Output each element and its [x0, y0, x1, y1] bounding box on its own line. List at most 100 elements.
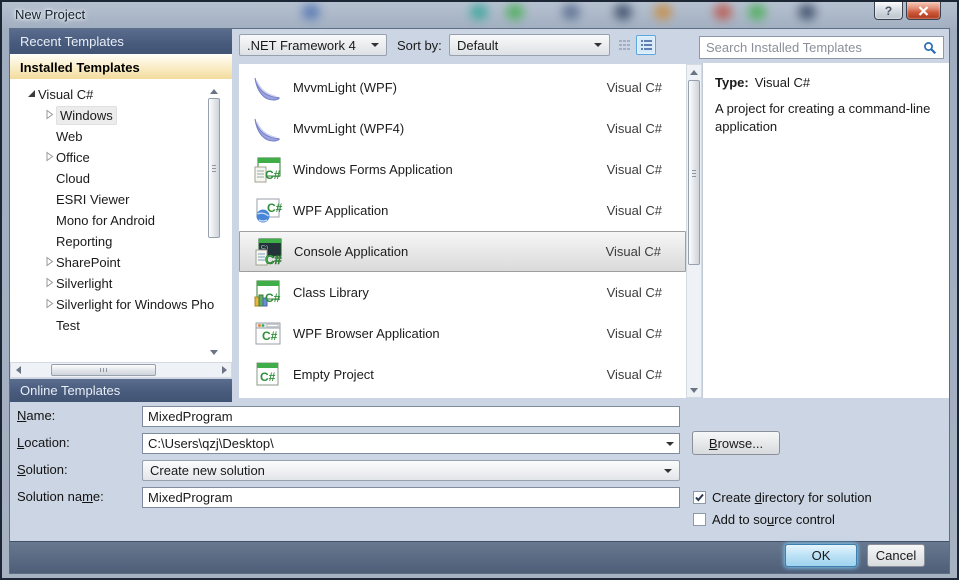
expanded-arrow-icon[interactable] — [24, 84, 38, 105]
tree-item-label: Windows — [56, 106, 117, 125]
online-templates-header[interactable]: Online Templates — [10, 379, 232, 402]
scroll-right-button[interactable] — [217, 363, 231, 377]
tree-item-mono-for-android[interactable]: Mono for Android — [10, 210, 232, 231]
close-button[interactable] — [906, 2, 941, 20]
small-icons-view-button[interactable] — [614, 35, 634, 55]
titlebar-glass-smudge — [506, 4, 524, 20]
search-box — [699, 36, 944, 59]
browse-button[interactable]: Browse... — [692, 431, 780, 455]
solution-dropdown[interactable]: Create new solution — [142, 460, 680, 481]
wpf-browser-app-icon: C# — [251, 318, 283, 350]
checkmark-icon — [695, 493, 704, 502]
scroll-up-button[interactable] — [687, 65, 701, 79]
collapsed-arrow-icon[interactable] — [42, 273, 56, 294]
ok-button[interactable]: OK — [785, 544, 857, 567]
template-category-tree: Visual C# Windows Web Office Cloud ESRI Viewe… — [10, 79, 232, 362]
list-vertical-scrollbar[interactable] — [686, 64, 702, 398]
create-directory-label: Create directory for solution — [712, 490, 872, 505]
template-row-class-library[interactable]: C# Class Library Visual C# — [239, 272, 686, 313]
tree-horizontal-scrollbar[interactable] — [10, 362, 232, 378]
list-view-icon — [640, 39, 652, 50]
template-description: A project for creating a command-line ap… — [715, 101, 931, 134]
template-name: WPF Browser Application — [293, 326, 440, 341]
sortby-value: Default — [457, 37, 499, 53]
template-row-mvvmlight-wpf4[interactable]: MvvmLight (WPF4) Visual C# — [239, 108, 686, 149]
installed-templates-header[interactable]: Installed Templates — [10, 54, 232, 79]
template-name: MvvmLight (WPF4) — [293, 121, 405, 136]
template-row-console-application[interactable]: C:\ C# Console Application Visual C# — [239, 231, 686, 272]
scroll-down-button[interactable] — [687, 383, 701, 397]
solution-name-label: Solution name: — [17, 489, 104, 504]
sortby-label: Sort by: — [397, 38, 442, 53]
tree-item-silverlight-for-windows-pho[interactable]: Silverlight for Windows Pho — [10, 294, 232, 315]
location-label: Location: — [17, 435, 70, 450]
search-icon[interactable] — [923, 41, 937, 55]
tree-item-office[interactable]: Office — [10, 147, 232, 168]
close-icon — [918, 5, 929, 16]
collapsed-arrow-icon[interactable] — [42, 105, 56, 126]
template-row-wpf-application[interactable]: C# WPF Application Visual C# — [239, 190, 686, 231]
tree-item-silverlight[interactable]: Silverlight — [10, 273, 232, 294]
template-language: Visual C# — [606, 162, 662, 177]
collapsed-arrow-icon[interactable] — [42, 252, 56, 273]
collapsed-arrow-icon[interactable] — [42, 147, 56, 168]
create-directory-row: Create directory for solution — [693, 490, 872, 505]
create-directory-checkbox[interactable] — [693, 491, 706, 504]
mvvmlight-feather-icon — [251, 113, 283, 145]
svg-text:C#: C# — [267, 201, 283, 215]
tree-item-label: ESRI Viewer — [56, 192, 130, 207]
add-source-control-label: Add to source control — [712, 512, 835, 527]
collapsed-arrow-icon[interactable] — [42, 294, 56, 315]
template-language: Visual C# — [606, 367, 662, 382]
template-row-empty-project[interactable]: C# Empty Project Visual C# — [239, 354, 686, 395]
template-row-windows-forms-application[interactable]: C# Windows Forms Application Visual C# — [239, 149, 686, 190]
svg-text:C#: C# — [265, 168, 281, 182]
sortby-dropdown[interactable]: Default — [449, 34, 610, 56]
chevron-down-icon — [664, 468, 672, 473]
cancel-button[interactable]: Cancel — [867, 544, 925, 567]
tree-item-test[interactable]: Test — [10, 315, 232, 336]
chevron-down-icon — [371, 43, 379, 47]
tree-item-label: Office — [56, 150, 90, 165]
tree-item-label: Reporting — [56, 234, 113, 249]
framework-dropdown[interactable]: .NET Framework 4 — [239, 34, 387, 56]
template-name: WPF Application — [293, 203, 389, 218]
template-row-mvvmlight-wpf[interactable]: MvvmLight (WPF) Visual C# — [239, 67, 686, 108]
template-row-wpf-browser-application[interactable]: C# WPF Browser Application Visual C# — [239, 313, 686, 354]
scroll-thumb[interactable] — [208, 98, 220, 238]
template-name: Console Application — [294, 244, 409, 259]
svg-text:C#: C# — [262, 329, 278, 343]
class-library-icon: C# — [251, 277, 283, 309]
empty-project-icon: C# — [251, 359, 283, 391]
tree-item-sharepoint[interactable]: SharePoint — [10, 252, 232, 273]
console-app-icon: C:\ C# — [252, 236, 284, 268]
solution-value: Create new solution — [150, 463, 265, 478]
recent-templates-header[interactable]: Recent Templates — [10, 29, 232, 54]
scroll-thumb[interactable] — [51, 364, 156, 376]
tree-vertical-scrollbar[interactable] — [207, 84, 223, 359]
tree-item-windows[interactable]: Windows — [10, 105, 232, 126]
location-input[interactable] — [142, 433, 680, 454]
help-button[interactable]: ? — [874, 2, 903, 20]
tree-item-label: Silverlight — [56, 276, 113, 291]
titlebar[interactable]: New Project — [2, 2, 957, 28]
scroll-up-button[interactable] — [207, 84, 221, 98]
winforms-app-icon: C# — [251, 154, 283, 186]
scroll-thumb[interactable] — [688, 80, 700, 265]
solution-name-input[interactable] — [142, 487, 680, 508]
dialog-content: Recent Templates Installed Templates Vis… — [9, 28, 950, 574]
template-language: Visual C# — [606, 203, 662, 218]
tree-item-web[interactable]: Web — [10, 126, 232, 147]
tree-item-cloud[interactable]: Cloud — [10, 168, 232, 189]
tree-item-reporting[interactable]: Reporting — [10, 231, 232, 252]
scroll-left-button[interactable] — [11, 363, 25, 377]
scroll-down-button[interactable] — [207, 345, 221, 359]
template-language: Visual C# — [606, 121, 662, 136]
search-input[interactable] — [706, 40, 923, 55]
tree-item-esri-viewer[interactable]: ESRI Viewer — [10, 189, 232, 210]
location-dropdown-button[interactable] — [661, 435, 678, 452]
tree-item-visual-c[interactable]: Visual C# — [10, 84, 232, 105]
name-input[interactable] — [142, 406, 680, 427]
add-source-control-checkbox[interactable] — [693, 513, 706, 526]
list-view-button[interactable] — [636, 35, 656, 55]
